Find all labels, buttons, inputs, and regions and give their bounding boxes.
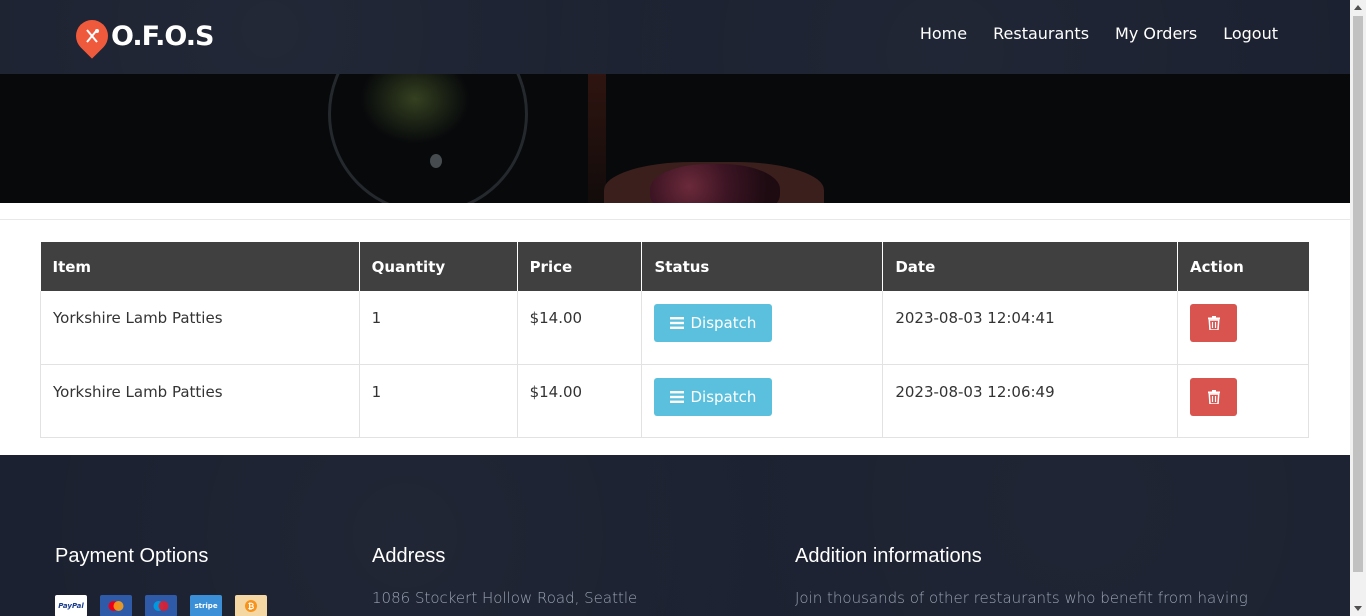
bitcoin-icon: ₿ xyxy=(235,595,267,616)
header-quantity: Quantity xyxy=(359,242,518,291)
cell-quantity: 1 xyxy=(358,364,518,438)
nav-home[interactable]: Home xyxy=(920,24,967,43)
nav-restaurants[interactable]: Restaurants xyxy=(993,24,1089,43)
brand-logo[interactable]: O.F.O.S xyxy=(69,13,214,59)
trash-icon xyxy=(1207,389,1220,404)
delete-button[interactable] xyxy=(1190,304,1238,342)
paypal-icon: PayPal xyxy=(55,595,87,616)
hero-banner xyxy=(0,74,1350,203)
header-action: Action xyxy=(1177,242,1309,291)
address-text: 1086 Stockert Hollow Road, Seattle xyxy=(372,589,638,607)
navbar: O.F.O.S Home Restaurants My Orders Logou… xyxy=(0,0,1350,74)
nav-my-orders[interactable]: My Orders xyxy=(1115,24,1197,43)
utensils-logo-icon xyxy=(69,13,115,59)
cell-price: $14.00 xyxy=(516,364,643,438)
cell-item: Yorkshire Lamb Patties xyxy=(40,364,360,438)
dispatch-label: Dispatch xyxy=(690,314,757,332)
bars-icon xyxy=(670,317,685,329)
bars-icon xyxy=(670,390,685,403)
table-row: Yorkshire Lamb Patties 1 $14.00 Dispatch… xyxy=(40,364,1309,438)
hero-glass-highlight xyxy=(430,154,442,168)
payment-icons: PayPal stripe ₿ xyxy=(55,595,267,616)
table-row: Yorkshire Lamb Patties 1 $14.00 Dispatch… xyxy=(40,291,1309,365)
page-scrollbar[interactable] xyxy=(1350,0,1366,616)
orders-table: Item Quantity Price Status Date Action Y… xyxy=(40,242,1309,438)
brand-name: O.F.O.S xyxy=(111,20,214,52)
nav-logout[interactable]: Logout xyxy=(1223,24,1278,43)
hero-bottle-decoration xyxy=(588,74,606,203)
dispatch-button[interactable]: Dispatch xyxy=(654,377,773,416)
cell-price: $14.00 xyxy=(516,291,643,365)
header-item: Item xyxy=(40,242,360,291)
address-title: Address xyxy=(372,545,446,567)
delete-button[interactable] xyxy=(1190,377,1238,416)
payment-options-title: Payment Options xyxy=(55,545,209,567)
addition-info-title: Addition informations xyxy=(795,545,982,567)
scrollbar-thumb[interactable] xyxy=(1353,16,1363,572)
maestro-icon xyxy=(145,595,177,616)
section-divider xyxy=(0,219,1350,220)
trash-icon xyxy=(1207,316,1220,330)
cell-date: 2023-08-03 12:06:49 xyxy=(882,364,1179,438)
cell-status: Dispatch xyxy=(641,364,884,438)
cell-item: Yorkshire Lamb Patties xyxy=(40,291,360,365)
dispatch-button[interactable]: Dispatch xyxy=(654,304,773,342)
hero-berries-decoration xyxy=(650,164,780,203)
stripe-icon: stripe xyxy=(190,595,222,616)
cell-action xyxy=(1177,364,1309,438)
dispatch-label: Dispatch xyxy=(690,387,757,406)
svg-text:₿: ₿ xyxy=(248,602,255,611)
hero-glass-decoration xyxy=(328,74,528,203)
header-status: Status xyxy=(641,242,884,291)
footer: Payment Options PayPal stripe ₿ Address … xyxy=(0,455,1350,616)
mastercard-icon xyxy=(100,595,132,616)
cell-action xyxy=(1177,291,1309,365)
scroll-up-arrow-icon[interactable] xyxy=(1354,5,1362,10)
cell-date: 2023-08-03 12:04:41 xyxy=(882,291,1179,365)
cell-quantity: 1 xyxy=(358,291,518,365)
table-header-row: Item Quantity Price Status Date Action xyxy=(40,242,1309,291)
main-nav: Home Restaurants My Orders Logout xyxy=(920,24,1278,43)
addition-info-text: Join thousands of other restaurants who … xyxy=(795,589,1248,616)
header-date: Date xyxy=(882,242,1179,291)
cell-status: Dispatch xyxy=(641,291,884,365)
scroll-down-arrow-icon[interactable] xyxy=(1354,606,1362,611)
header-price: Price xyxy=(517,242,643,291)
